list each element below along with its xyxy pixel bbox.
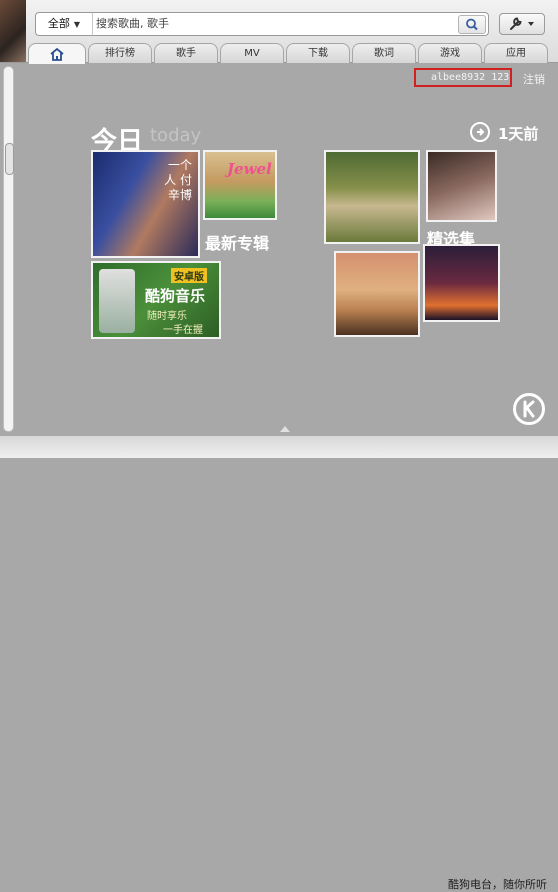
tab-home[interactable] bbox=[28, 43, 86, 64]
featured-photo-girl-flower[interactable] bbox=[426, 150, 497, 222]
album-tile-2[interactable]: Jewel bbox=[203, 150, 277, 220]
tab-charts[interactable]: 排行榜 bbox=[88, 43, 152, 63]
album2-title: Jewel bbox=[227, 160, 272, 178]
previous-day-label: 1天前 bbox=[498, 125, 539, 143]
app-promo-tile[interactable]: 安卓版 酷狗音乐 随时享乐 一手在握 bbox=[91, 261, 221, 339]
tools-menu-button[interactable] bbox=[499, 13, 545, 35]
scrollbar-thumb[interactable] bbox=[5, 143, 14, 175]
search-box: 全部 ▼ bbox=[35, 12, 489, 36]
tab-singers-label: 歌手 bbox=[176, 48, 196, 59]
arrow-right-circle-icon bbox=[470, 122, 490, 142]
tab-charts-label: 排行榜 bbox=[105, 48, 135, 59]
vertical-scrollbar[interactable] bbox=[3, 66, 14, 432]
tab-singers[interactable]: 歌手 bbox=[154, 43, 218, 63]
logout-link[interactable]: 注销 bbox=[523, 71, 545, 87]
tab-lyrics[interactable]: 歌词 bbox=[352, 43, 416, 63]
sidebar-photo-strip bbox=[0, 0, 26, 62]
top-toolbar: 全部▼ 排行榜 歌手 MV 下载 歌词 游戏 应用 bbox=[0, 0, 558, 64]
search-icon bbox=[466, 18, 478, 31]
new-albums-label[interactable]: 最新专辑 bbox=[205, 230, 269, 254]
tab-lyrics-label: 歌词 bbox=[374, 48, 394, 59]
tab-games[interactable]: 游戏 bbox=[418, 43, 482, 63]
username-label[interactable]: albee8932 123 bbox=[431, 72, 509, 83]
tab-download-label: 下载 bbox=[308, 48, 328, 59]
today-subheading: today bbox=[150, 125, 202, 146]
tab-mv-label: MV bbox=[244, 48, 260, 59]
tab-apps[interactable]: 应用 bbox=[484, 43, 548, 63]
app-slogan-1: 随时享乐 bbox=[147, 311, 187, 322]
footer-text[interactable]: 酷狗电台，随你所听 bbox=[448, 876, 547, 892]
tab-mv[interactable]: MV bbox=[220, 43, 284, 63]
scroll-up-arrow-icon[interactable] bbox=[280, 426, 290, 432]
chevron-down-icon: ▼ bbox=[73, 20, 81, 29]
app-badge: 安卓版 bbox=[171, 268, 207, 283]
app-slogan-2: 一手在握 bbox=[163, 325, 203, 336]
album1-title: 一个人 付辛博 bbox=[164, 158, 192, 202]
kugou-logo-icon[interactable] bbox=[513, 393, 545, 425]
wrench-icon bbox=[510, 17, 534, 30]
tab-apps-label: 应用 bbox=[506, 48, 526, 59]
tab-download[interactable]: 下载 bbox=[286, 43, 350, 63]
tab-games-label: 游戏 bbox=[440, 48, 460, 59]
search-input[interactable] bbox=[96, 15, 451, 32]
phone-image bbox=[99, 269, 135, 333]
app-name: 酷狗音乐 bbox=[145, 287, 206, 305]
home-icon bbox=[50, 47, 64, 61]
featured-photo-sunset[interactable] bbox=[334, 251, 420, 337]
search-scope-label: 全部 bbox=[47, 17, 70, 30]
bottom-bar: 酷狗电台，随你所听 bbox=[0, 436, 558, 891]
album-tile-1[interactable]: 一个人 付辛博 bbox=[91, 150, 200, 258]
search-scope-dropdown[interactable]: 全部 ▼ bbox=[36, 13, 93, 35]
featured-photo-city[interactable] bbox=[423, 244, 500, 322]
search-button[interactable] bbox=[458, 15, 486, 34]
featured-photo-couple[interactable] bbox=[324, 150, 420, 244]
